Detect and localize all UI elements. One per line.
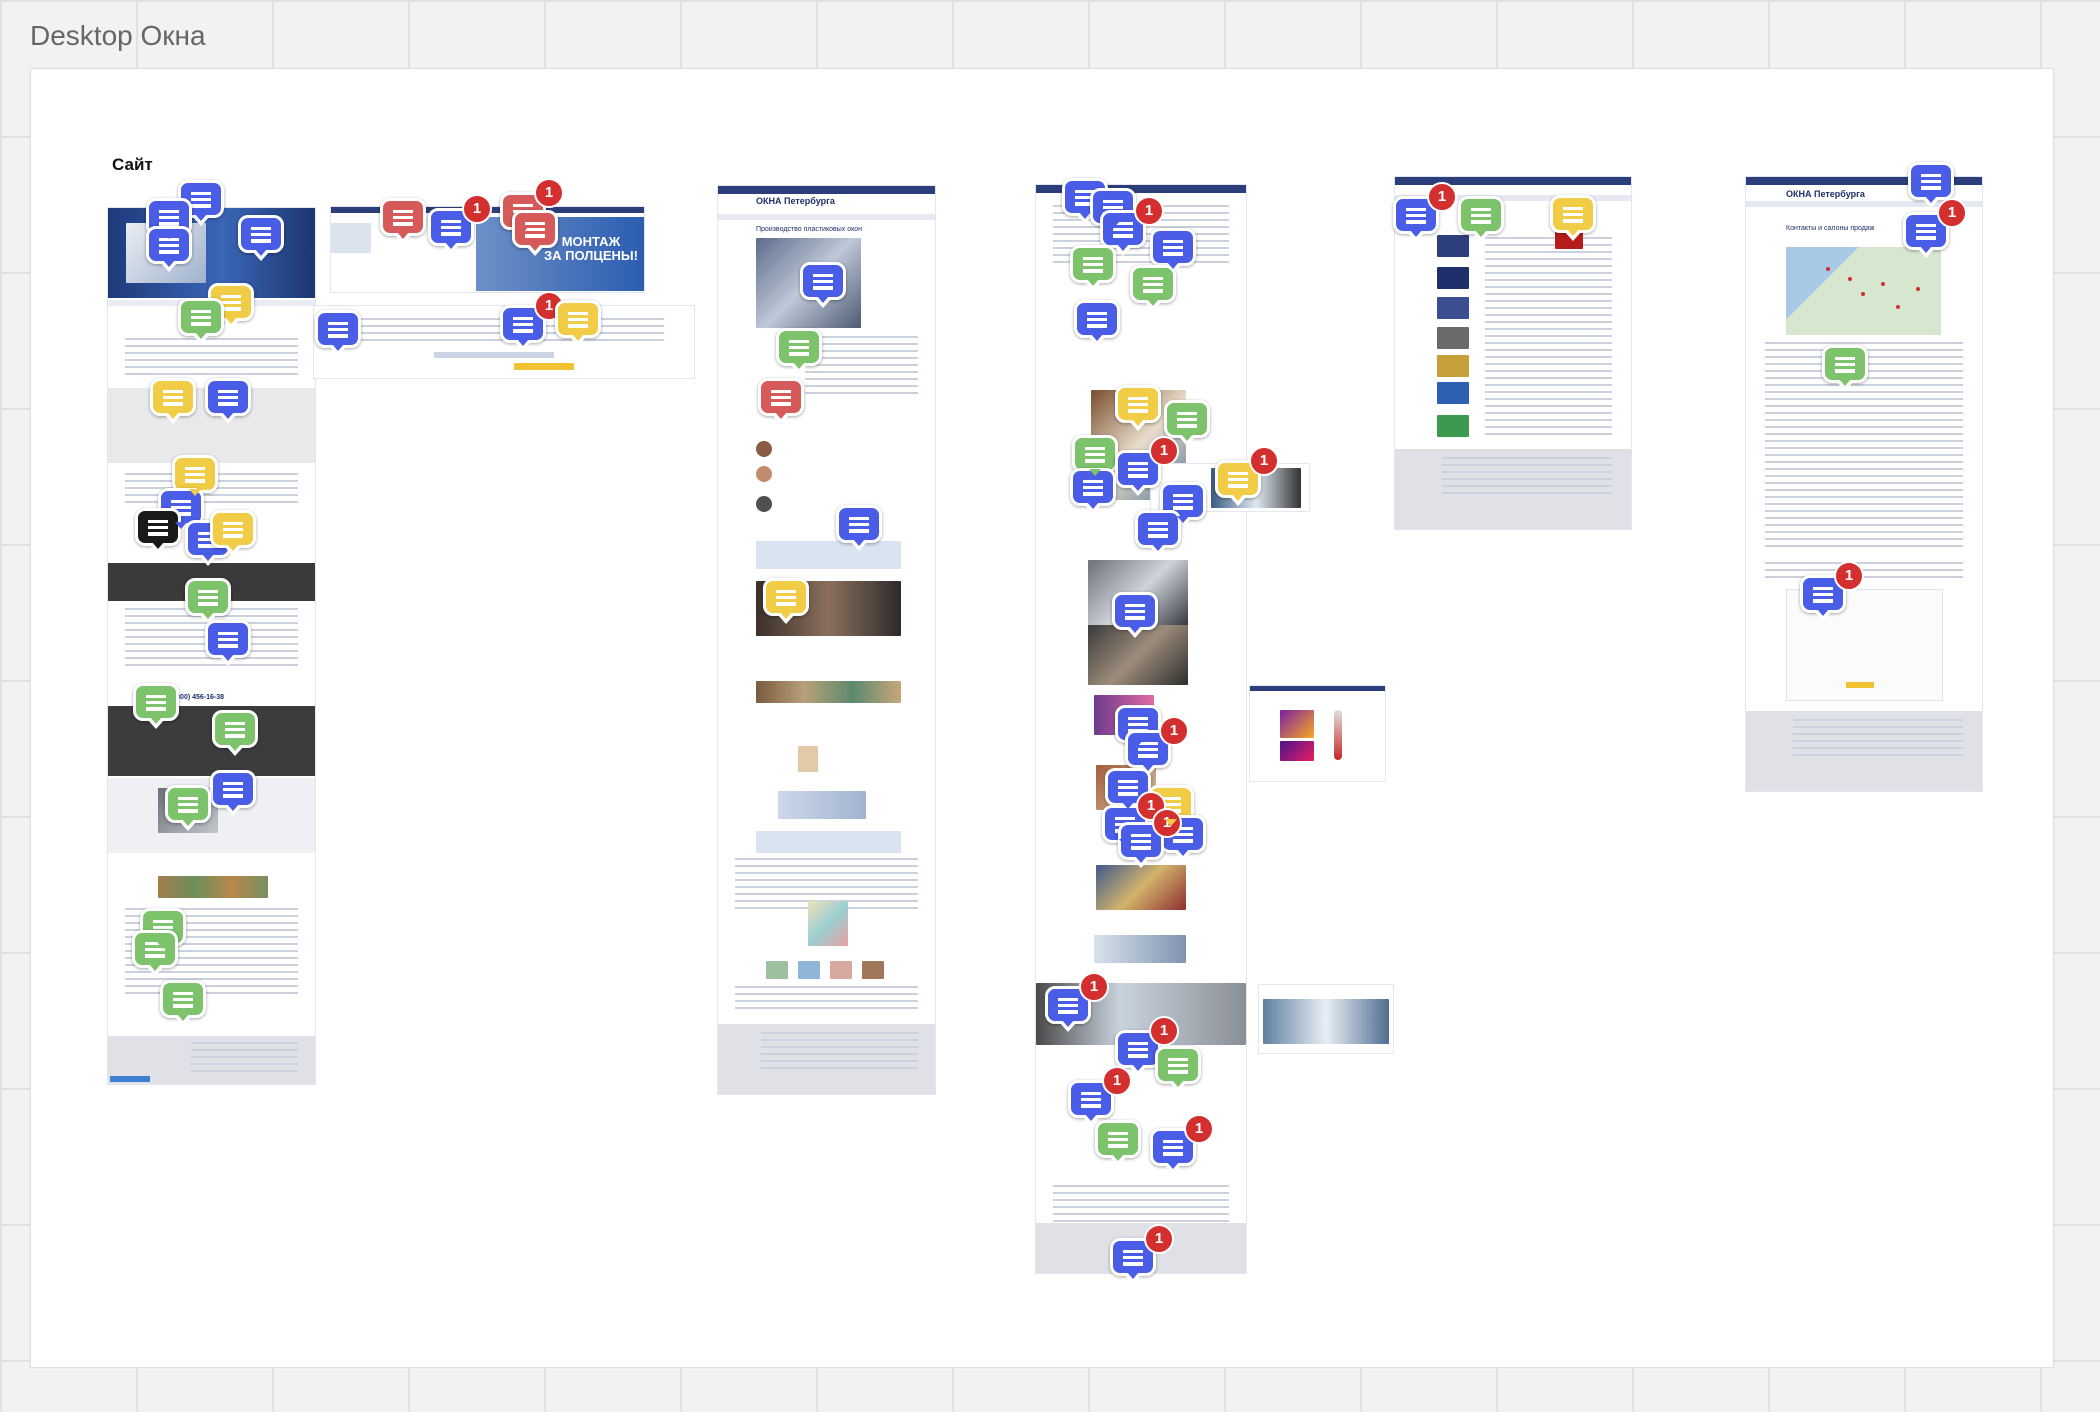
site-logo: ОКНА Петербурга <box>1786 189 1865 199</box>
section-label: Сайт <box>112 155 153 174</box>
notification-badge: 1 <box>1427 182 1457 212</box>
notification-badge: 1 <box>1149 436 1179 466</box>
notification-badge: 1 <box>534 178 564 208</box>
comment-icon[interactable] <box>315 310 361 356</box>
site-logo: ОКНА Петербурга <box>756 196 835 206</box>
comment-icon[interactable] <box>1095 1120 1141 1166</box>
notification-badge: 1 <box>1184 1114 1214 1144</box>
comment-icon[interactable] <box>836 505 882 551</box>
comment-icon[interactable] <box>555 300 601 346</box>
notification-badge: 1 <box>1134 196 1164 226</box>
comment-icon[interactable] <box>210 510 256 556</box>
comment-icon[interactable] <box>185 578 231 624</box>
comment-icon[interactable] <box>238 215 284 261</box>
notification-badge: 1 <box>1937 198 1967 228</box>
comment-icon[interactable] <box>1135 510 1181 556</box>
comment-icon[interactable] <box>1070 245 1116 291</box>
page-screenshot-balcony[interactable] <box>1258 984 1394 1054</box>
comment-icon[interactable] <box>205 378 251 424</box>
comment-icon[interactable] <box>380 198 426 244</box>
comment-icon[interactable] <box>1908 162 1954 208</box>
notification-badge: 1 <box>1079 972 1109 1002</box>
comment-icon[interactable] <box>776 328 822 374</box>
frame-title[interactable]: Desktop Окна <box>30 20 206 52</box>
comment-icon[interactable] <box>210 770 256 816</box>
notification-badge: 1 <box>1149 1016 1179 1046</box>
notification-badge: 1 <box>1102 1066 1132 1096</box>
comment-icon[interactable] <box>160 980 206 1026</box>
comment-icon[interactable] <box>1112 592 1158 638</box>
comment-icon[interactable] <box>150 378 196 424</box>
notification-badge: 1 <box>462 194 492 224</box>
contacts-heading: Контакты и салоны продаж <box>1786 225 1875 232</box>
product-heading: Производство пластиковых окон <box>756 226 862 233</box>
comment-icon[interactable] <box>165 785 211 831</box>
comment-icon[interactable] <box>758 378 804 424</box>
notification-badge: 1 <box>1834 561 1864 591</box>
comment-icon[interactable] <box>1550 195 1596 241</box>
comment-icon[interactable] <box>178 298 224 344</box>
notification-badge: 1 <box>1159 716 1189 746</box>
page-screenshot-contacts[interactable]: ОКНА Петербурга Контакты и салоны продаж <box>1745 176 1983 792</box>
notification-badge: 1 <box>1249 446 1279 476</box>
comment-icon[interactable] <box>133 683 179 729</box>
comment-icon[interactable] <box>1074 300 1120 346</box>
page-screenshot-thermal[interactable] <box>1249 685 1386 782</box>
comment-icon[interactable] <box>800 262 846 308</box>
comment-icon[interactable] <box>132 930 178 976</box>
comment-icon[interactable] <box>1458 196 1504 242</box>
comment-icon[interactable] <box>1130 265 1176 311</box>
comment-icon[interactable] <box>212 710 258 756</box>
page-screenshot-product[interactable]: ОКНА Петербурга Производство пластиковых… <box>717 185 936 1095</box>
comment-icon[interactable] <box>1164 400 1210 446</box>
comment-icon[interactable] <box>1155 1046 1201 1092</box>
comment-icon[interactable] <box>1150 228 1196 274</box>
comment-icon[interactable] <box>1822 345 1868 391</box>
sales-map[interactable] <box>1786 247 1941 335</box>
notification-badge: 1 <box>1144 1224 1174 1254</box>
comment-icon[interactable] <box>1115 385 1161 431</box>
comment-icon[interactable] <box>205 620 251 666</box>
comment-icon[interactable] <box>763 578 809 624</box>
